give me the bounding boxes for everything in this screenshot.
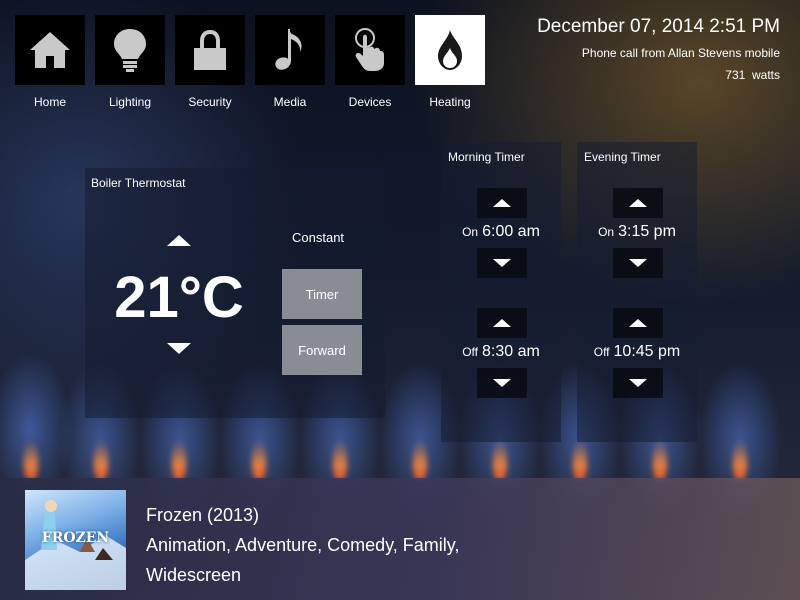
notification-text: Phone call from Allan Stevens mobile (581, 46, 780, 60)
morning-on-row: On 6:00 am (441, 223, 561, 241)
evening-off-down-button[interactable] (613, 368, 663, 398)
nav-label-media: Media (273, 95, 307, 109)
lock-icon (194, 30, 226, 70)
evening-on-down-button[interactable] (613, 248, 663, 278)
evening-off-time: 10:45 pm (613, 343, 681, 360)
datetime: December 07, 2014 2:51 PM (537, 16, 780, 37)
morning-on-time: 6:00 am (482, 223, 540, 240)
arrow-up-icon (629, 199, 647, 207)
flame-icon (438, 30, 462, 70)
now-playing-bar[interactable]: FROZEN Frozen (2013) Animation, Adventur… (0, 478, 800, 600)
morning-off-row: Off 8:30 am (441, 343, 561, 361)
morning-on-up-button[interactable] (477, 188, 527, 218)
nav-tile-devices[interactable] (335, 15, 405, 85)
temperature-down-button[interactable] (167, 343, 191, 354)
arrow-down-icon (493, 259, 511, 267)
temperature-up-button[interactable] (167, 235, 191, 246)
arrow-down-icon (493, 379, 511, 387)
nav-item-security[interactable]: Security (175, 15, 245, 109)
temperature-value: 21°C (114, 265, 244, 330)
nav-label-lighting: Lighting (108, 95, 152, 109)
nav-label-security: Security (188, 95, 232, 109)
nav-item-lighting[interactable]: Lighting (95, 15, 165, 109)
evening-timer-title: Evening Timer (584, 150, 661, 164)
nav-tile-media[interactable] (255, 15, 325, 85)
movie-poster[interactable]: FROZEN (25, 490, 126, 590)
morning-off-up-button[interactable] (477, 308, 527, 338)
nav-tile-home[interactable] (15, 15, 85, 85)
nav-item-media[interactable]: Media (255, 15, 325, 109)
movie-title: Frozen (2013) (146, 505, 260, 525)
arrow-down-icon (629, 379, 647, 387)
off-label: Off (593, 345, 610, 359)
movie-format: Widescreen (146, 565, 242, 585)
morning-off-down-button[interactable] (477, 368, 527, 398)
arrow-up-icon (629, 319, 647, 327)
evening-timer-panel: Evening Timer On 3:15 pm Off 10:45 pm (577, 142, 697, 442)
music-note-icon (275, 29, 302, 70)
nav-label-devices: Devices (348, 95, 392, 109)
nav-tile-heating[interactable] (415, 15, 485, 85)
nav-item-devices[interactable]: Devices (335, 15, 405, 109)
evening-on-row: On 3:15 pm (577, 223, 697, 241)
evening-off-up-button[interactable] (613, 308, 663, 338)
thermostat-title: Boiler Thermostat (91, 176, 186, 190)
morning-timer-panel: Morning Timer On 6:00 am Off 8:30 am (441, 142, 561, 442)
nav-item-home[interactable]: Home (15, 15, 85, 109)
arrow-down-icon (629, 259, 647, 267)
lightbulb-icon (114, 29, 146, 72)
poster-title: FROZEN (41, 530, 110, 546)
nav-item-heating[interactable]: Heating (415, 15, 485, 109)
nav-label-heating: Heating (429, 95, 471, 109)
status-info: December 07, 2014 2:51 PM Phone call fro… (537, 16, 780, 82)
power-usage: 731 watts (725, 68, 780, 82)
arrow-up-icon (493, 199, 511, 207)
nav-label-home: Home (33, 95, 66, 109)
touch-hand-icon (355, 28, 384, 71)
on-label: On (598, 225, 615, 239)
morning-timer-title: Morning Timer (448, 150, 525, 164)
off-label: Off (462, 345, 478, 359)
morning-off-time: 8:30 am (481, 343, 540, 360)
timer-button[interactable]: Timer (282, 269, 362, 319)
evening-on-time: 3:15 pm (618, 223, 676, 240)
now-playing-info: Frozen (2013) Animation, Adventure, Come… (146, 500, 506, 590)
morning-on-down-button[interactable] (477, 248, 527, 278)
thermostat-panel: Boiler Thermostat 21°C Constant Timer Fo… (85, 168, 385, 418)
evening-off-row: Off 10:45 pm (577, 343, 697, 361)
nav-tile-lighting[interactable] (95, 15, 165, 85)
on-label: On (462, 225, 479, 239)
evening-on-up-button[interactable] (613, 188, 663, 218)
home-icon (30, 32, 70, 68)
movie-genres: Animation, Adventure, Comedy, Family, (146, 535, 460, 555)
main-nav: Home Lighting Security Media Devices Hea… (15, 15, 495, 109)
forward-button[interactable]: Forward (282, 325, 362, 375)
arrow-up-icon (493, 319, 511, 327)
mode-label: Constant (292, 230, 345, 245)
nav-tile-security[interactable] (175, 15, 245, 85)
